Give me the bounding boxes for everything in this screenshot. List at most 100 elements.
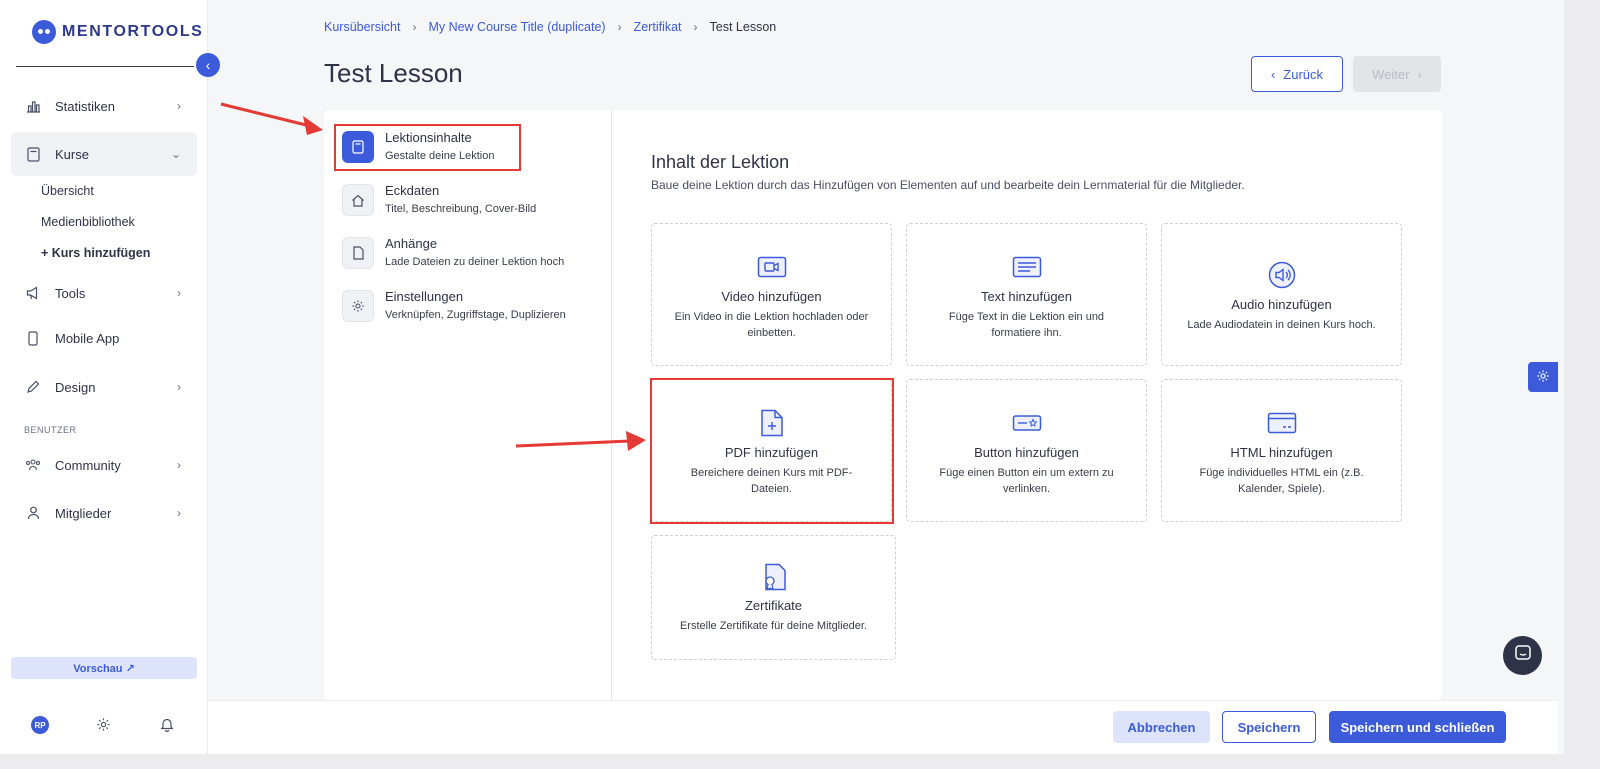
gear-icon: [342, 290, 374, 322]
subnav-uebersicht[interactable]: Übersicht: [41, 184, 94, 198]
step-einstellungen[interactable]: Einstellungen Verknüpfen, Zugriffstage, …: [342, 287, 602, 327]
steps-column: Lektionsinhalte Gestalte deine Lektion E…: [324, 110, 612, 700]
collapse-sidebar-button[interactable]: ‹: [196, 53, 220, 77]
gear-icon[interactable]: [94, 715, 112, 733]
back-button[interactable]: ‹ Zurück: [1251, 56, 1343, 92]
video-icon: [757, 252, 787, 282]
logo-icon: [32, 20, 56, 44]
book-icon: [342, 131, 374, 163]
pencil-icon: [25, 379, 41, 395]
file-icon: [342, 237, 374, 269]
tile-description: Füge einen Button ein um extern zu verli…: [939, 467, 1114, 495]
chevron-right-icon: ›: [412, 20, 417, 34]
page-title: Test Lesson: [324, 58, 463, 88]
tile-title: Audio hinzufügen: [1231, 297, 1332, 312]
tile-title: PDF hinzufügen: [724, 445, 819, 460]
step-title: Einstellungen: [385, 289, 464, 304]
breadcrumb: Kursübersicht › My New Course Title (dup…: [324, 20, 776, 34]
step-title: Anhänge: [385, 236, 438, 251]
sidebar-item-label: Mitglieder: [55, 505, 112, 521]
sidebar-item-design[interactable]: Design ›: [11, 365, 197, 409]
preview-button[interactable]: Vorschau ↗: [11, 657, 197, 679]
scrollbar-track[interactable]: [1558, 0, 1564, 769]
megaphone-icon: [25, 285, 41, 301]
sidebar-item-statistiken[interactable]: Statistiken ›: [11, 84, 197, 128]
tile-description: Füge individuelles HTML ein (z.B. Kalend…: [1199, 467, 1364, 495]
tile-description: Lade Audiodatein in deinen Kurs hoch.: [1187, 319, 1376, 331]
lesson-editor-card: Lektionsinhalte Gestalte deine Lektion E…: [324, 110, 1442, 700]
subnav-kurs-hinzufuegen[interactable]: + Kurs hinzufügen: [41, 246, 150, 260]
chevron-left-icon: ‹: [1270, 66, 1276, 82]
window-bottom-edge: [0, 754, 1600, 769]
window-edge: [1558, 0, 1600, 769]
tile-title: HTML hinzufügen: [1230, 445, 1333, 460]
step-subtitle: Gestalte deine Lektion: [385, 150, 495, 162]
sidebar-item-label: Kurse: [55, 146, 89, 162]
next-button[interactable]: Weiter ›: [1353, 56, 1441, 92]
bar-chart-icon: [25, 98, 41, 114]
sidebar-item-kurse[interactable]: Kurse ⌄: [11, 132, 197, 176]
sidebar-item-mitglieder[interactable]: Mitglieder ›: [11, 491, 197, 535]
breadcrumb-item[interactable]: Kursübersicht: [324, 20, 400, 34]
tile-zertifikate[interactable]: Zertifikate Erstelle Zertifikate für dei…: [651, 535, 896, 660]
sidebar-divider: [16, 66, 194, 67]
step-eckdaten[interactable]: Eckdaten Titel, Beschreibung, Cover-Bild: [342, 181, 602, 221]
step-anhaenge[interactable]: Anhänge Lade Dateien zu deiner Lektion h…: [342, 234, 602, 274]
book-icon: [25, 146, 41, 162]
sidebar: MENTORTOOLS Statistiken › Kurse ⌄ Übersi…: [0, 0, 208, 754]
save-button[interactable]: Speichern: [1222, 711, 1316, 743]
breadcrumb-item[interactable]: My New Course Title (duplicate): [428, 20, 605, 34]
tile-button[interactable]: Button hinzufügen Füge einen Button ein …: [906, 379, 1147, 522]
content-subtitle: Baue deine Lektion durch das Hinzufügen …: [651, 178, 1245, 192]
chevron-down-icon: ⌄: [170, 147, 181, 161]
chevron-right-icon: ›: [177, 99, 181, 113]
text-icon: [1012, 252, 1042, 282]
step-subtitle: Lade Dateien zu deiner Lektion hoch: [385, 256, 565, 268]
sidebar-item-community[interactable]: Community ›: [11, 443, 197, 487]
chevron-left-icon: ‹: [205, 57, 211, 73]
tile-title: Video hinzufügen: [721, 289, 822, 304]
settings-tab[interactable]: [1528, 362, 1558, 392]
step-subtitle: Verknüpfen, Zugriffstage, Duplizieren: [385, 309, 566, 321]
tile-video[interactable]: Video hinzufügen Ein Video in die Lektio…: [651, 223, 892, 366]
bell-icon[interactable]: [158, 715, 176, 733]
subnav-medienbibliothek[interactable]: Medienbibliothek: [41, 215, 135, 229]
pdf-icon: [757, 408, 787, 438]
breadcrumb-item[interactable]: Zertifikat: [634, 20, 682, 34]
step-lektionsinhalte[interactable]: Lektionsinhalte Gestalte deine Lektion: [342, 128, 602, 168]
people-icon: [25, 457, 41, 473]
sidebar-item-tools[interactable]: Tools ›: [11, 271, 197, 315]
button-icon: [1012, 408, 1042, 438]
save-and-close-button[interactable]: Speichern und schließen: [1329, 711, 1506, 743]
tile-title: Text hinzufügen: [980, 289, 1073, 304]
certificate-icon: [759, 562, 789, 592]
phone-icon: [25, 330, 41, 346]
tile-description: Erstelle Zertifikate für deine Mitgliede…: [679, 620, 868, 632]
sidebar-item-label: Statistiken: [55, 98, 115, 114]
tile-html[interactable]: HTML hinzufügen Füge individuelles HTML …: [1161, 379, 1402, 522]
avatar[interactable]: RP: [31, 716, 49, 734]
tile-pdf[interactable]: PDF hinzufügen Bereichere deinen Kurs mi…: [651, 379, 892, 522]
sidebar-footer: RP: [0, 712, 208, 742]
chat-button[interactable]: [1503, 636, 1542, 675]
step-title: Lektionsinhalte: [385, 130, 472, 145]
back-button-label: Zurück: [1283, 66, 1324, 82]
red-arrow-icon: [220, 102, 323, 135]
chevron-right-icon: ›: [177, 286, 181, 300]
chevron-right-icon: ›: [1417, 66, 1422, 82]
tile-description: Bereichere deinen Kurs mit PDF-Dateien.: [690, 467, 853, 495]
tile-audio[interactable]: Audio hinzufügen Lade Audiodatein in dei…: [1161, 223, 1402, 366]
home-icon: [342, 184, 374, 216]
tile-description: Ein Video in die Lektion hochladen oder …: [674, 311, 869, 339]
logo[interactable]: MENTORTOOLS: [32, 20, 203, 44]
cancel-button[interactable]: Abbrechen: [1113, 711, 1210, 743]
content-title: Inhalt der Lektion: [651, 152, 790, 172]
tile-title: Button hinzufügen: [974, 445, 1079, 460]
breadcrumb-current: Test Lesson: [709, 20, 777, 34]
next-button-label: Weiter: [1372, 66, 1410, 82]
tile-text[interactable]: Text hinzufügen Füge Text in die Lektion…: [906, 223, 1147, 366]
sidebar-item-label: Community: [55, 457, 121, 473]
sidebar-item-mobile-app[interactable]: Mobile App: [11, 316, 197, 360]
sidebar-item-label: Mobile App: [55, 330, 120, 346]
sidebar-item-label: Design: [55, 379, 96, 395]
